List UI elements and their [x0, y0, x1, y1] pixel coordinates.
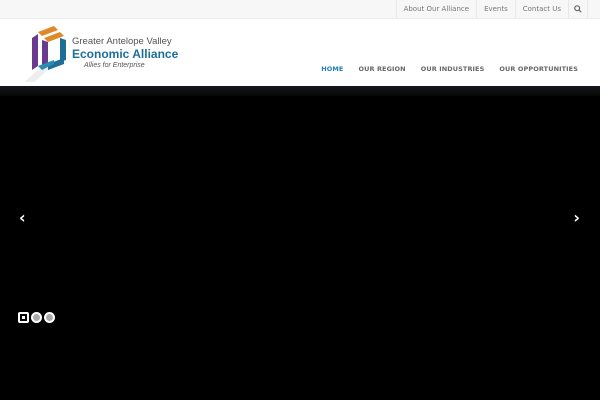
slide-dot-2[interactable] — [31, 312, 42, 323]
hero-slider: ‹ › — [0, 86, 600, 400]
slider-shadow — [0, 86, 600, 96]
site-header: Greater Antelope Valley Economic Allianc… — [0, 19, 600, 86]
link-events[interactable]: Events — [476, 0, 515, 18]
main-nav: HOME OUR REGION OUR INDUSTRIES OUR OPPOR… — [321, 65, 578, 73]
search-icon[interactable] — [568, 0, 588, 18]
slider-pagination — [18, 312, 55, 323]
nav-our-industries[interactable]: OUR INDUSTRIES — [421, 65, 485, 73]
logo-tagline: Allies for Enterprise — [84, 61, 145, 69]
slide-dot-1[interactable] — [18, 312, 29, 323]
logo-line1: Greater Antelope Valley — [72, 36, 172, 47]
logo[interactable]: Greater Antelope Valley Economic Allianc… — [20, 24, 180, 82]
nav-our-region[interactable]: OUR REGION — [358, 65, 405, 73]
chevron-left-icon[interactable]: ‹ — [19, 208, 26, 227]
link-about-our-alliance[interactable]: About Our Alliance — [395, 0, 476, 18]
chevron-right-icon[interactable]: › — [573, 208, 580, 227]
link-contact-us[interactable]: Contact Us — [514, 0, 568, 18]
logo-mark-icon — [24, 26, 66, 82]
logo-line2: Economic Alliance — [72, 46, 179, 61]
nav-home[interactable]: HOME — [321, 65, 343, 73]
slide-dot-3[interactable] — [44, 312, 55, 323]
top-bar: About Our Alliance Events Contact Us — [0, 0, 600, 19]
nav-our-opportunities[interactable]: OUR OPPORTUNITIES — [499, 65, 578, 73]
